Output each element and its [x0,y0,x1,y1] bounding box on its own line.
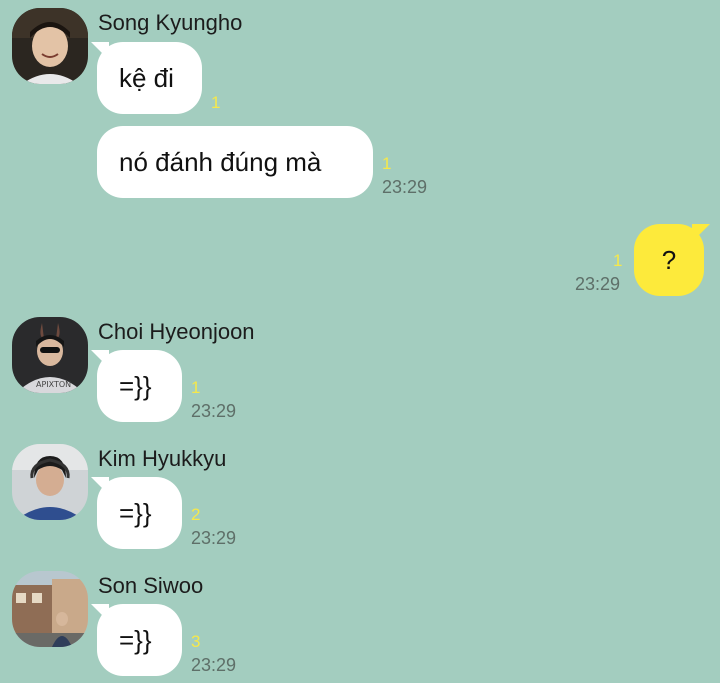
profile-photo-icon: APIXTON [12,317,88,393]
message-text: =}} [119,497,152,528]
sender-name: Choi Hyeonjoon [98,319,255,344]
unread-count: 1 [191,378,201,397]
unread-count: 2 [191,505,201,524]
profile-photo-icon [12,8,88,84]
my-message-bubble[interactable]: ? [634,224,710,296]
message-bubble[interactable]: =}} [91,604,182,676]
unread-count: 3 [191,632,201,651]
unread-count: 1 [211,93,221,112]
message-text: nó đánh đúng mà [119,146,322,177]
avatar-choi-hyeonjoon[interactable]: APIXTON [12,317,88,393]
profile-photo-icon [12,444,88,520]
message-text: ? [661,244,677,275]
message-timestamp: 23:29 [575,274,621,294]
sender-name: Song Kyungho [98,10,243,35]
message-bubble[interactable]: nó đánh đúng mà [97,126,373,198]
message-timestamp: 23:29 [191,655,237,675]
sender-name: Son Siwoo [98,573,204,598]
avatar-kim-hyukkyu[interactable] [12,444,88,520]
message-bubble[interactable]: kệ đi [91,42,202,114]
message-timestamp: 23:29 [382,177,428,197]
unread-count: 1 [613,251,623,270]
message-bubble[interactable]: =}} [91,350,182,422]
message-bubble[interactable]: =}} [91,477,182,549]
unread-count: 1 [382,154,392,173]
message-text: =}} [119,370,152,401]
sender-name: Kim Hyukkyu [98,446,227,471]
message-text: kệ đi [119,62,174,93]
profile-photo-icon [12,571,88,647]
avatar-song-kyungho[interactable] [12,8,88,84]
message-text: =}} [119,624,152,655]
message-timestamp: 23:29 [191,401,237,421]
message-timestamp: 23:29 [191,528,237,548]
avatar-son-siwoo[interactable] [12,571,88,647]
svg-text:APIXTON: APIXTON [36,380,71,389]
